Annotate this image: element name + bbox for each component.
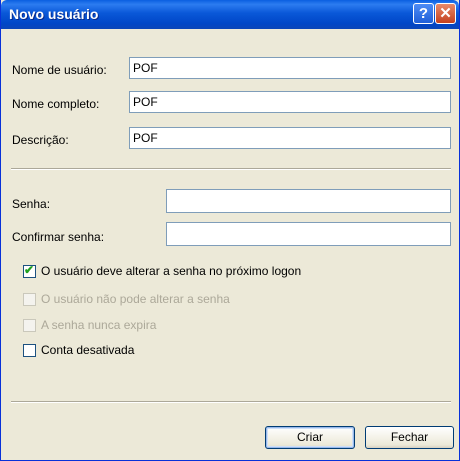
confirm-password-field[interactable] — [166, 222, 451, 246]
password-label: Senha: — [12, 197, 51, 211]
password-field[interactable] — [166, 189, 451, 213]
description-label: Descrição: — [12, 133, 69, 147]
close-window-button[interactable]: ✕ — [435, 3, 456, 24]
username-field[interactable]: POF — [129, 57, 451, 79]
must-change-password-label[interactable]: O usuário deve alterar a senha no próxim… — [41, 264, 301, 278]
new-user-dialog: Novo usuário ? ✕ Nome de usuário: POF No… — [0, 0, 460, 461]
cannot-change-password-checkbox — [23, 293, 36, 306]
create-button[interactable]: Criar — [265, 426, 355, 449]
close-button[interactable]: Fechar — [365, 426, 454, 449]
help-button[interactable]: ? — [413, 3, 434, 24]
cannot-change-password-label: O usuário não pode alterar a senha — [41, 292, 230, 306]
dialog-title: Novo usuário — [9, 6, 99, 22]
password-never-expires-checkbox — [23, 319, 36, 332]
check-mark-icon: ✔ — [24, 263, 35, 277]
account-disabled-label[interactable]: Conta desativada — [41, 343, 134, 357]
separator — [11, 168, 451, 170]
bottom-separator — [11, 401, 451, 403]
description-field[interactable]: POF — [129, 127, 451, 149]
title-bar[interactable]: Novo usuário ? ✕ — [1, 0, 459, 29]
fullname-field[interactable]: POF — [129, 91, 451, 113]
confirm-password-label: Confirmar senha: — [12, 230, 105, 244]
password-never-expires-label: A senha nunca expira — [41, 318, 157, 332]
must-change-password-checkbox[interactable]: ✔ — [23, 263, 36, 278]
account-disabled-checkbox[interactable] — [23, 344, 36, 357]
username-label: Nome de usuário: — [12, 63, 107, 77]
fullname-label: Nome completo: — [12, 97, 100, 111]
